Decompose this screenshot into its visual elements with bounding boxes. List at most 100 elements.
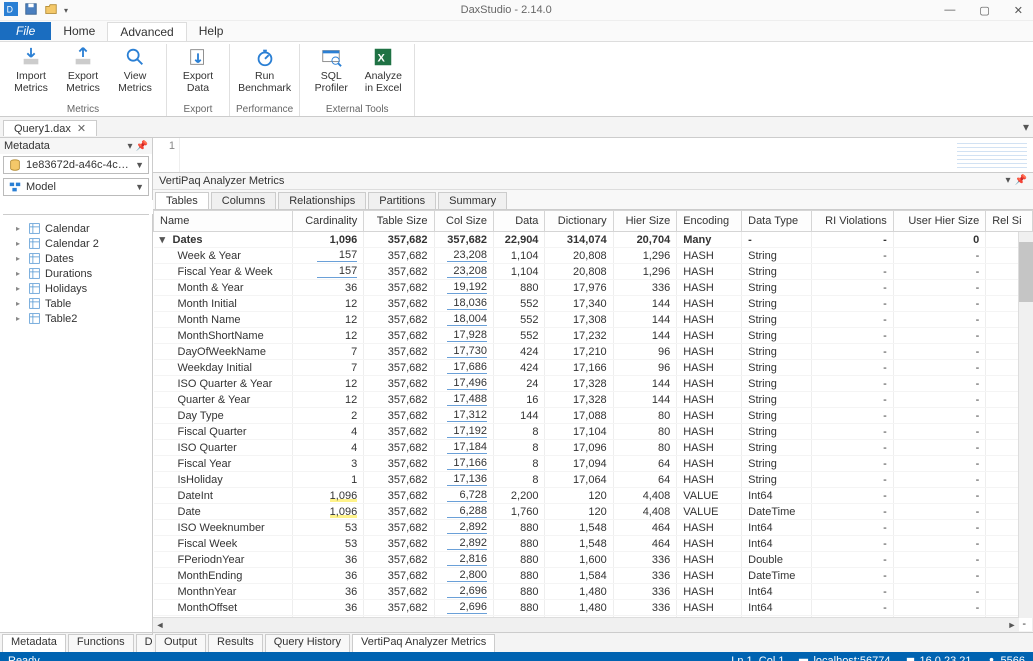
qat-open-icon[interactable] — [44, 2, 58, 19]
output-tab-vertipaq-analyzer-metrics[interactable]: VertiPaq Analyzer Metrics — [352, 634, 495, 652]
run-benchmark-button[interactable]: RunBenchmark — [240, 44, 290, 96]
column-header[interactable]: User Hier Size — [893, 211, 986, 232]
ribbon-group-label: Metrics — [67, 103, 99, 116]
model-name: Model — [26, 181, 131, 193]
ribbon-tab-advanced[interactable]: Advanced — [107, 22, 186, 41]
view-metrics-button[interactable]: ViewMetrics — [110, 44, 160, 96]
metadata-search[interactable] — [3, 200, 149, 215]
table-row[interactable]: MonthShortName12357,68217,92855217,23214… — [154, 328, 1033, 344]
metadata-table-item[interactable]: ▸Durations — [2, 266, 150, 281]
column-header[interactable]: Data Type — [742, 211, 811, 232]
table-row[interactable]: DateInt1,096357,6826,7282,2001204,408VAL… — [154, 488, 1033, 504]
ribbon-button-label: Analyze — [365, 70, 402, 82]
vp-tab-tables[interactable]: Tables — [155, 192, 209, 209]
column-header[interactable]: Name — [154, 211, 293, 232]
vp-tab-partitions[interactable]: Partitions — [368, 192, 436, 209]
column-header[interactable]: Table Size — [364, 211, 434, 232]
ribbon-button-label: Export — [183, 70, 213, 82]
output-tab-output[interactable]: Output — [155, 634, 206, 652]
ribbon: ImportMetricsExportMetricsViewMetricsMet… — [0, 42, 1033, 117]
export-metrics-button[interactable]: ExportMetrics — [58, 44, 108, 96]
horizontal-scrollbar[interactable]: ◄► — [153, 617, 1019, 632]
table-row[interactable]: Month & Year36357,68219,19288017,976336H… — [154, 280, 1033, 296]
table-row[interactable]: ISO Weeknumber53357,6822,8928801,548464H… — [154, 520, 1033, 536]
vp-tab-summary[interactable]: Summary — [438, 192, 507, 209]
column-header[interactable]: Encoding — [677, 211, 742, 232]
column-header[interactable]: Dictionary — [545, 211, 613, 232]
model-selector[interactable]: Model ▼ — [3, 178, 149, 196]
search-input[interactable] — [7, 200, 153, 214]
metadata-table-item[interactable]: ▸Table — [2, 296, 150, 311]
table-row[interactable]: Weekday Initial7357,68217,68642417,16696… — [154, 360, 1033, 376]
metadata-table-item[interactable]: ▸Calendar 2 — [2, 236, 150, 251]
table-row[interactable]: Date1,096357,6826,2881,7601204,408VALUED… — [154, 504, 1033, 520]
close-icon[interactable]: ✕ — [77, 122, 86, 135]
column-header[interactable]: Data — [494, 211, 545, 232]
column-header[interactable]: Hier Size — [613, 211, 677, 232]
chevron-down-icon: ▼ — [135, 182, 144, 192]
table-row[interactable]: DayOfWeekName7357,68217,73042417,21096HA… — [154, 344, 1033, 360]
sidebar-tab-functions[interactable]: Functions — [68, 634, 134, 652]
table-row[interactable]: Fiscal Quarter4357,68217,192817,10480HAS… — [154, 424, 1033, 440]
analyze-excel-button[interactable]: XAnalyzein Excel — [358, 44, 408, 96]
metadata-table-item[interactable]: ▸Calendar — [2, 221, 150, 236]
table-row[interactable]: Fiscal Week53357,6822,8928801,548464HASH… — [154, 536, 1033, 552]
export-data-button[interactable]: ExportData — [173, 44, 223, 96]
pin-icon[interactable]: 📌 — [1015, 175, 1027, 187]
table-row[interactable]: Fiscal Year3357,68217,166817,09464HASHSt… — [154, 456, 1033, 472]
table-row[interactable]: MonthnYear36357,6822,6968801,480336HASHI… — [154, 584, 1033, 600]
document-tab[interactable]: Query1.dax ✕ — [3, 120, 97, 136]
ribbon-button-label: Profiler — [315, 82, 348, 94]
chevron-down-icon: ▼ — [135, 160, 144, 170]
table-row[interactable]: MonthEnding36357,6822,8008801,584336HASH… — [154, 568, 1033, 584]
database-selector[interactable]: 1e83672d-a46c-4c88-8f22- ▼ — [3, 156, 149, 174]
metadata-table-item[interactable]: ▸Holidays — [2, 281, 150, 296]
pin-icon[interactable]: 📌 — [136, 141, 148, 152]
ribbon-group-label: Performance — [236, 103, 293, 116]
maximize-button[interactable]: ▢ — [979, 4, 989, 17]
table-row[interactable]: MonthOffset36357,6822,6968801,480336HASH… — [154, 600, 1033, 616]
table-name: Durations — [45, 268, 92, 280]
column-header[interactable]: Rel Si — [986, 211, 1033, 232]
table-row[interactable]: Day Type2357,68217,31214417,08880HASHStr… — [154, 408, 1033, 424]
table-row[interactable]: Month Name12357,68218,00455217,308144HAS… — [154, 312, 1033, 328]
table-row[interactable]: Fiscal Year & Week157357,68223,2081,1042… — [154, 264, 1033, 280]
column-header[interactable]: Col Size — [434, 211, 494, 232]
table-row[interactable]: Quarter & Year12357,68217,4881617,328144… — [154, 392, 1033, 408]
table-row[interactable]: Month Initial12357,68218,03655217,340144… — [154, 296, 1033, 312]
metadata-table-item[interactable]: ▸Dates — [2, 251, 150, 266]
svg-text:D: D — [7, 4, 13, 14]
output-tab-query-history[interactable]: Query History — [265, 634, 350, 652]
table-row[interactable]: ISO Quarter4357,68217,184817,09680HASHSt… — [154, 440, 1033, 456]
query-editor[interactable]: 1 — [153, 138, 1033, 173]
panel-dropdown-icon[interactable]: ▾ — [1006, 175, 1011, 187]
vertical-scrollbar[interactable] — [1018, 232, 1033, 618]
qat-save-icon[interactable] — [24, 2, 38, 19]
import-metrics-button[interactable]: ImportMetrics — [6, 44, 56, 96]
ribbon-tab-home[interactable]: Home — [51, 22, 107, 40]
sql-profiler-button[interactable]: SQLProfiler — [306, 44, 356, 96]
output-tabbar: OutputResultsQuery HistoryVertiPaq Analy… — [153, 632, 1033, 652]
minimize-button[interactable]: — — [944, 4, 955, 17]
metadata-table-item[interactable]: ▸Table2 — [2, 311, 150, 326]
table-row[interactable]: ISO Quarter & Year12357,68217,4962417,32… — [154, 376, 1033, 392]
vp-tab-relationships[interactable]: Relationships — [278, 192, 366, 209]
ribbon-tab-help[interactable]: Help — [187, 22, 236, 40]
close-button[interactable]: ✕ — [1014, 4, 1023, 17]
sidebar-tab-metadata[interactable]: Metadata — [2, 634, 66, 652]
output-tab-results[interactable]: Results — [208, 634, 263, 652]
metrics-grid[interactable]: NameCardinalityTable SizeCol SizeDataDic… — [153, 210, 1033, 632]
column-header[interactable]: Cardinality — [292, 211, 364, 232]
vp-tab-columns[interactable]: Columns — [211, 192, 276, 209]
table-group-row[interactable]: ▾ Dates1,096357,682357,68222,904314,0742… — [154, 232, 1033, 248]
table-row[interactable]: IsHoliday1357,68217,136817,06464HASHStri… — [154, 472, 1033, 488]
tab-overflow-icon[interactable]: ▾ — [1023, 120, 1029, 134]
table-row[interactable]: Week & Year157357,68223,2081,10420,8081,… — [154, 248, 1033, 264]
column-header[interactable]: RI Violations — [811, 211, 893, 232]
table-row[interactable]: FPeriodnYear36357,6822,8168801,600336HAS… — [154, 552, 1033, 568]
ribbon-tab-file[interactable]: File — [0, 22, 51, 40]
status-host: localhost:56774 — [798, 655, 890, 661]
database-name: 1e83672d-a46c-4c88-8f22- — [26, 159, 131, 171]
panel-dropdown-icon[interactable]: ▾ — [128, 141, 133, 152]
ribbon-button-label: Metrics — [66, 82, 100, 94]
